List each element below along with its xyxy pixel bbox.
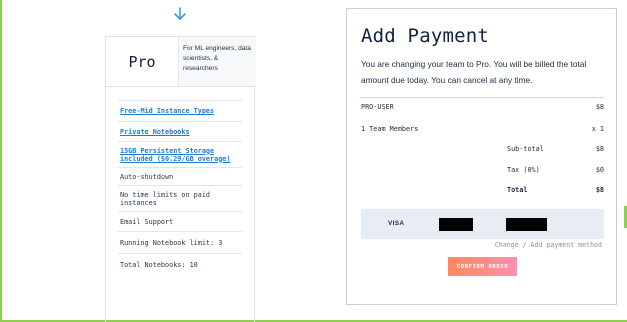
line-item-label: PRO-USER [361,103,394,111]
feature-email-support: Email Support [118,211,242,231]
plan-description: For ML engineers, data scientists, & res… [178,37,256,86]
visa-logo-icon: VISA [388,220,405,227]
tax-label: Tax (0%) [507,166,540,174]
summary-divider [361,97,604,98]
confirm-order-button[interactable]: CONFIRM ORDER [448,257,517,276]
line-item-price: $8 [595,103,604,111]
feature-link-instance-types[interactable]: Free-Mid Instance Types [118,100,242,121]
feature-list: Free-Mid Instance Types Private Notebook… [118,100,242,275]
plan-header: Pro For ML engineers, data scientists, &… [106,36,256,87]
feature-link-private-notebooks[interactable]: Private Notebooks [118,121,242,141]
card-number-redaction [439,218,473,231]
add-payment-panel: Add Payment You are changing your team t… [346,8,617,305]
change-payment-link[interactable]: Change / Add payment method [495,241,602,249]
total-value: $8 [595,186,604,194]
feature-total-notebooks: Total Notebooks: 10 [118,253,242,275]
saved-card-row[interactable]: VISA [361,209,604,239]
frame-left-border [0,0,2,322]
feature-no-time-limits: No time limits on paid instances [118,185,242,211]
arrow-down-icon [174,7,186,21]
total-label: Total [507,186,528,194]
subtotal-value: $8 [595,145,604,153]
subtotal-row: Sub-total $8 [507,145,604,157]
subtotal-label: Sub-total [507,145,544,153]
members-qty: x 1 [591,125,604,133]
feature-link-storage[interactable]: 15GB Persistent Storage included ($0.29/… [118,141,242,167]
total-row: Total $8 [507,186,604,198]
tax-row: Tax (0%) $0 [507,166,604,178]
plan-card: Pro For ML engineers, data scientists, &… [105,36,256,322]
line-item-row: PRO-USER $8 [361,103,604,115]
feature-running-limit: Running Notebook limit: 3 [118,231,242,253]
feature-auto-shutdown: Auto-shutdown [118,167,242,185]
members-label: 1 Team Members [361,125,419,133]
payment-intro: You are changing your team to Pro. You w… [361,59,587,85]
tax-value: $0 [595,166,604,174]
card-expiry-redaction [506,218,547,231]
payment-title: Add Payment [361,25,490,47]
members-row: 1 Team Members x 1 [361,125,604,137]
plan-name: Pro [128,52,156,71]
